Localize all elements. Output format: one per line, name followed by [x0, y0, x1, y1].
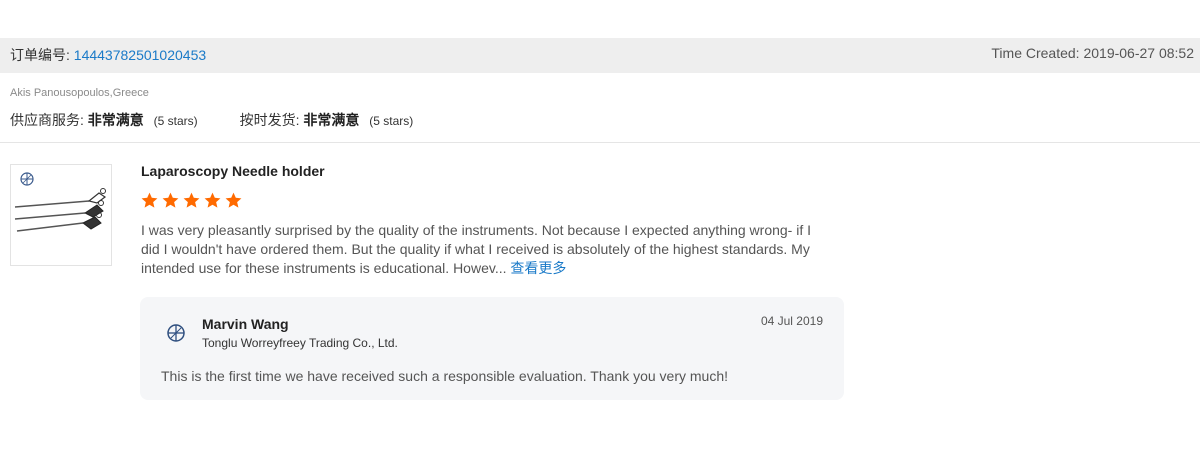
star-icon — [204, 192, 221, 208]
see-more-link[interactable]: 查看更多 — [510, 260, 566, 276]
rating-supplier-service: 供应商服务: 非常满意 (5 stars) — [10, 110, 198, 130]
review-star-rating — [140, 191, 245, 211]
rating-label: 按时发货: — [239, 112, 300, 128]
needle-holder-image — [14, 172, 107, 232]
review-body: I was very pleasantly surprised by the q… — [141, 222, 812, 276]
seller-reply: Marvin Wang Tonglu Worreyfreey Trading C… — [140, 297, 844, 400]
star-icon — [225, 192, 242, 208]
rating-value: 非常满意 — [303, 112, 360, 128]
order-number-group: 订单编号: 14443782501020453 — [10, 45, 206, 65]
star-icon — [141, 192, 158, 208]
reply-date: 04 Jul 2019 — [760, 314, 823, 328]
review-text: I was very pleasantly surprised by the q… — [141, 221, 816, 278]
section-divider — [0, 142, 1200, 143]
rating-stars-text: (5 stars) — [153, 114, 198, 128]
star-icon — [183, 192, 200, 208]
seller-company: Tonglu Worreyfreey Trading Co., Ltd. — [202, 336, 398, 350]
star-icon — [162, 192, 179, 208]
rating-label: 供应商服务: — [10, 112, 84, 128]
seller-logo-icon — [166, 323, 186, 348]
seller-name: Marvin Wang — [202, 316, 289, 332]
product-thumbnail[interactable] — [10, 164, 112, 266]
rating-value: 非常满意 — [87, 112, 144, 128]
time-created: Time Created: 2019-06-27 08:52 — [991, 45, 1194, 61]
product-title[interactable]: Laparoscopy Needle holder — [141, 163, 325, 179]
order-number-link[interactable]: 14443782501020453 — [74, 47, 206, 63]
supplier-ratings: 供应商服务: 非常满意 (5 stars) 按时发货: 非常满意 (5 star… — [10, 110, 451, 130]
rating-on-time-delivery: 按时发货: 非常满意 (5 stars) — [240, 110, 414, 130]
order-header-bar: 订单编号: 14443782501020453 Time Created: 20… — [0, 38, 1200, 73]
order-number-label: 订单编号: — [10, 47, 70, 63]
rating-stars-text: (5 stars) — [369, 114, 414, 128]
buyer-name-location: Akis Panousopoulos,Greece — [10, 87, 149, 99]
reply-text: This is the first time we have received … — [161, 368, 729, 384]
